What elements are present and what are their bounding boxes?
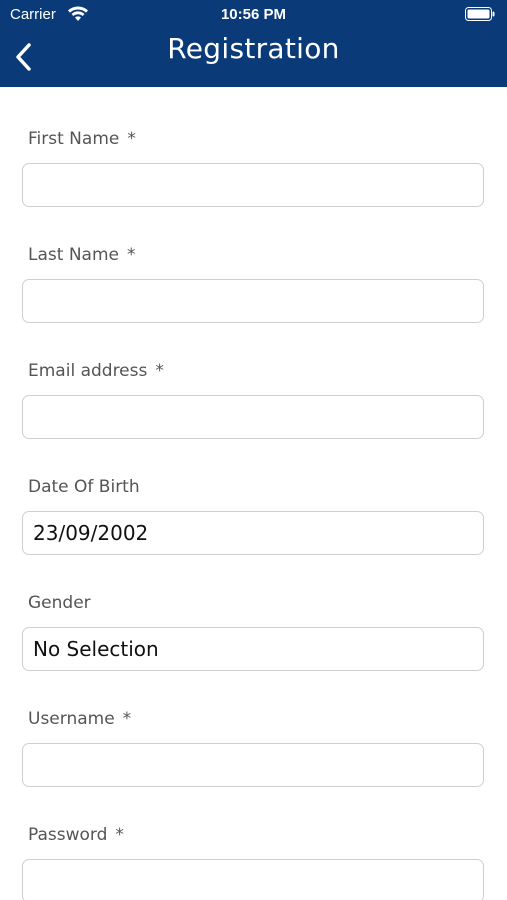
email-input[interactable] [22, 395, 484, 439]
gender-label-text: Gender [28, 593, 91, 613]
email-label: Email address * [28, 361, 164, 381]
date-of-birth-picker[interactable]: 23/09/2002 [22, 511, 484, 555]
page-title: Registration [167, 32, 340, 65]
required-marker: * [115, 825, 124, 845]
password-input[interactable] [22, 859, 484, 900]
password-label-text: Password [28, 825, 108, 845]
required-marker: * [122, 709, 132, 729]
battery-icon [465, 7, 495, 21]
required-marker: * [127, 129, 136, 149]
required-marker: * [126, 245, 136, 265]
email-label-text: Email address [28, 361, 148, 381]
first-name-label-text: First Name [28, 129, 120, 149]
date-of-birth-value: 23/09/2002 [33, 521, 149, 545]
last-name-input[interactable] [22, 279, 484, 323]
username-input[interactable] [22, 743, 484, 787]
nav-header: Carrier 10:56 PM Registration [0, 0, 507, 87]
first-name-label: First Name * [28, 129, 136, 149]
first-name-input[interactable] [22, 163, 484, 207]
status-time: 10:56 PM [220, 6, 287, 23]
username-label-text: Username [28, 709, 115, 729]
gender-value: No Selection [33, 637, 159, 661]
date-of-birth-label: Date Of Birth [28, 477, 140, 497]
username-label: Username * [28, 709, 131, 729]
gender-label: Gender [28, 593, 91, 613]
gender-select[interactable]: No Selection [22, 627, 484, 671]
password-label: Password * [28, 825, 124, 845]
date-of-birth-label-text: Date Of Birth [28, 477, 140, 497]
required-marker: * [155, 361, 164, 381]
last-name-label-text: Last Name [28, 245, 119, 265]
status-bar: Carrier 10:56 PM [0, 0, 507, 28]
last-name-label: Last Name * [28, 245, 135, 265]
registration-screen: Carrier 10:56 PM Registration First Name… [0, 0, 507, 900]
